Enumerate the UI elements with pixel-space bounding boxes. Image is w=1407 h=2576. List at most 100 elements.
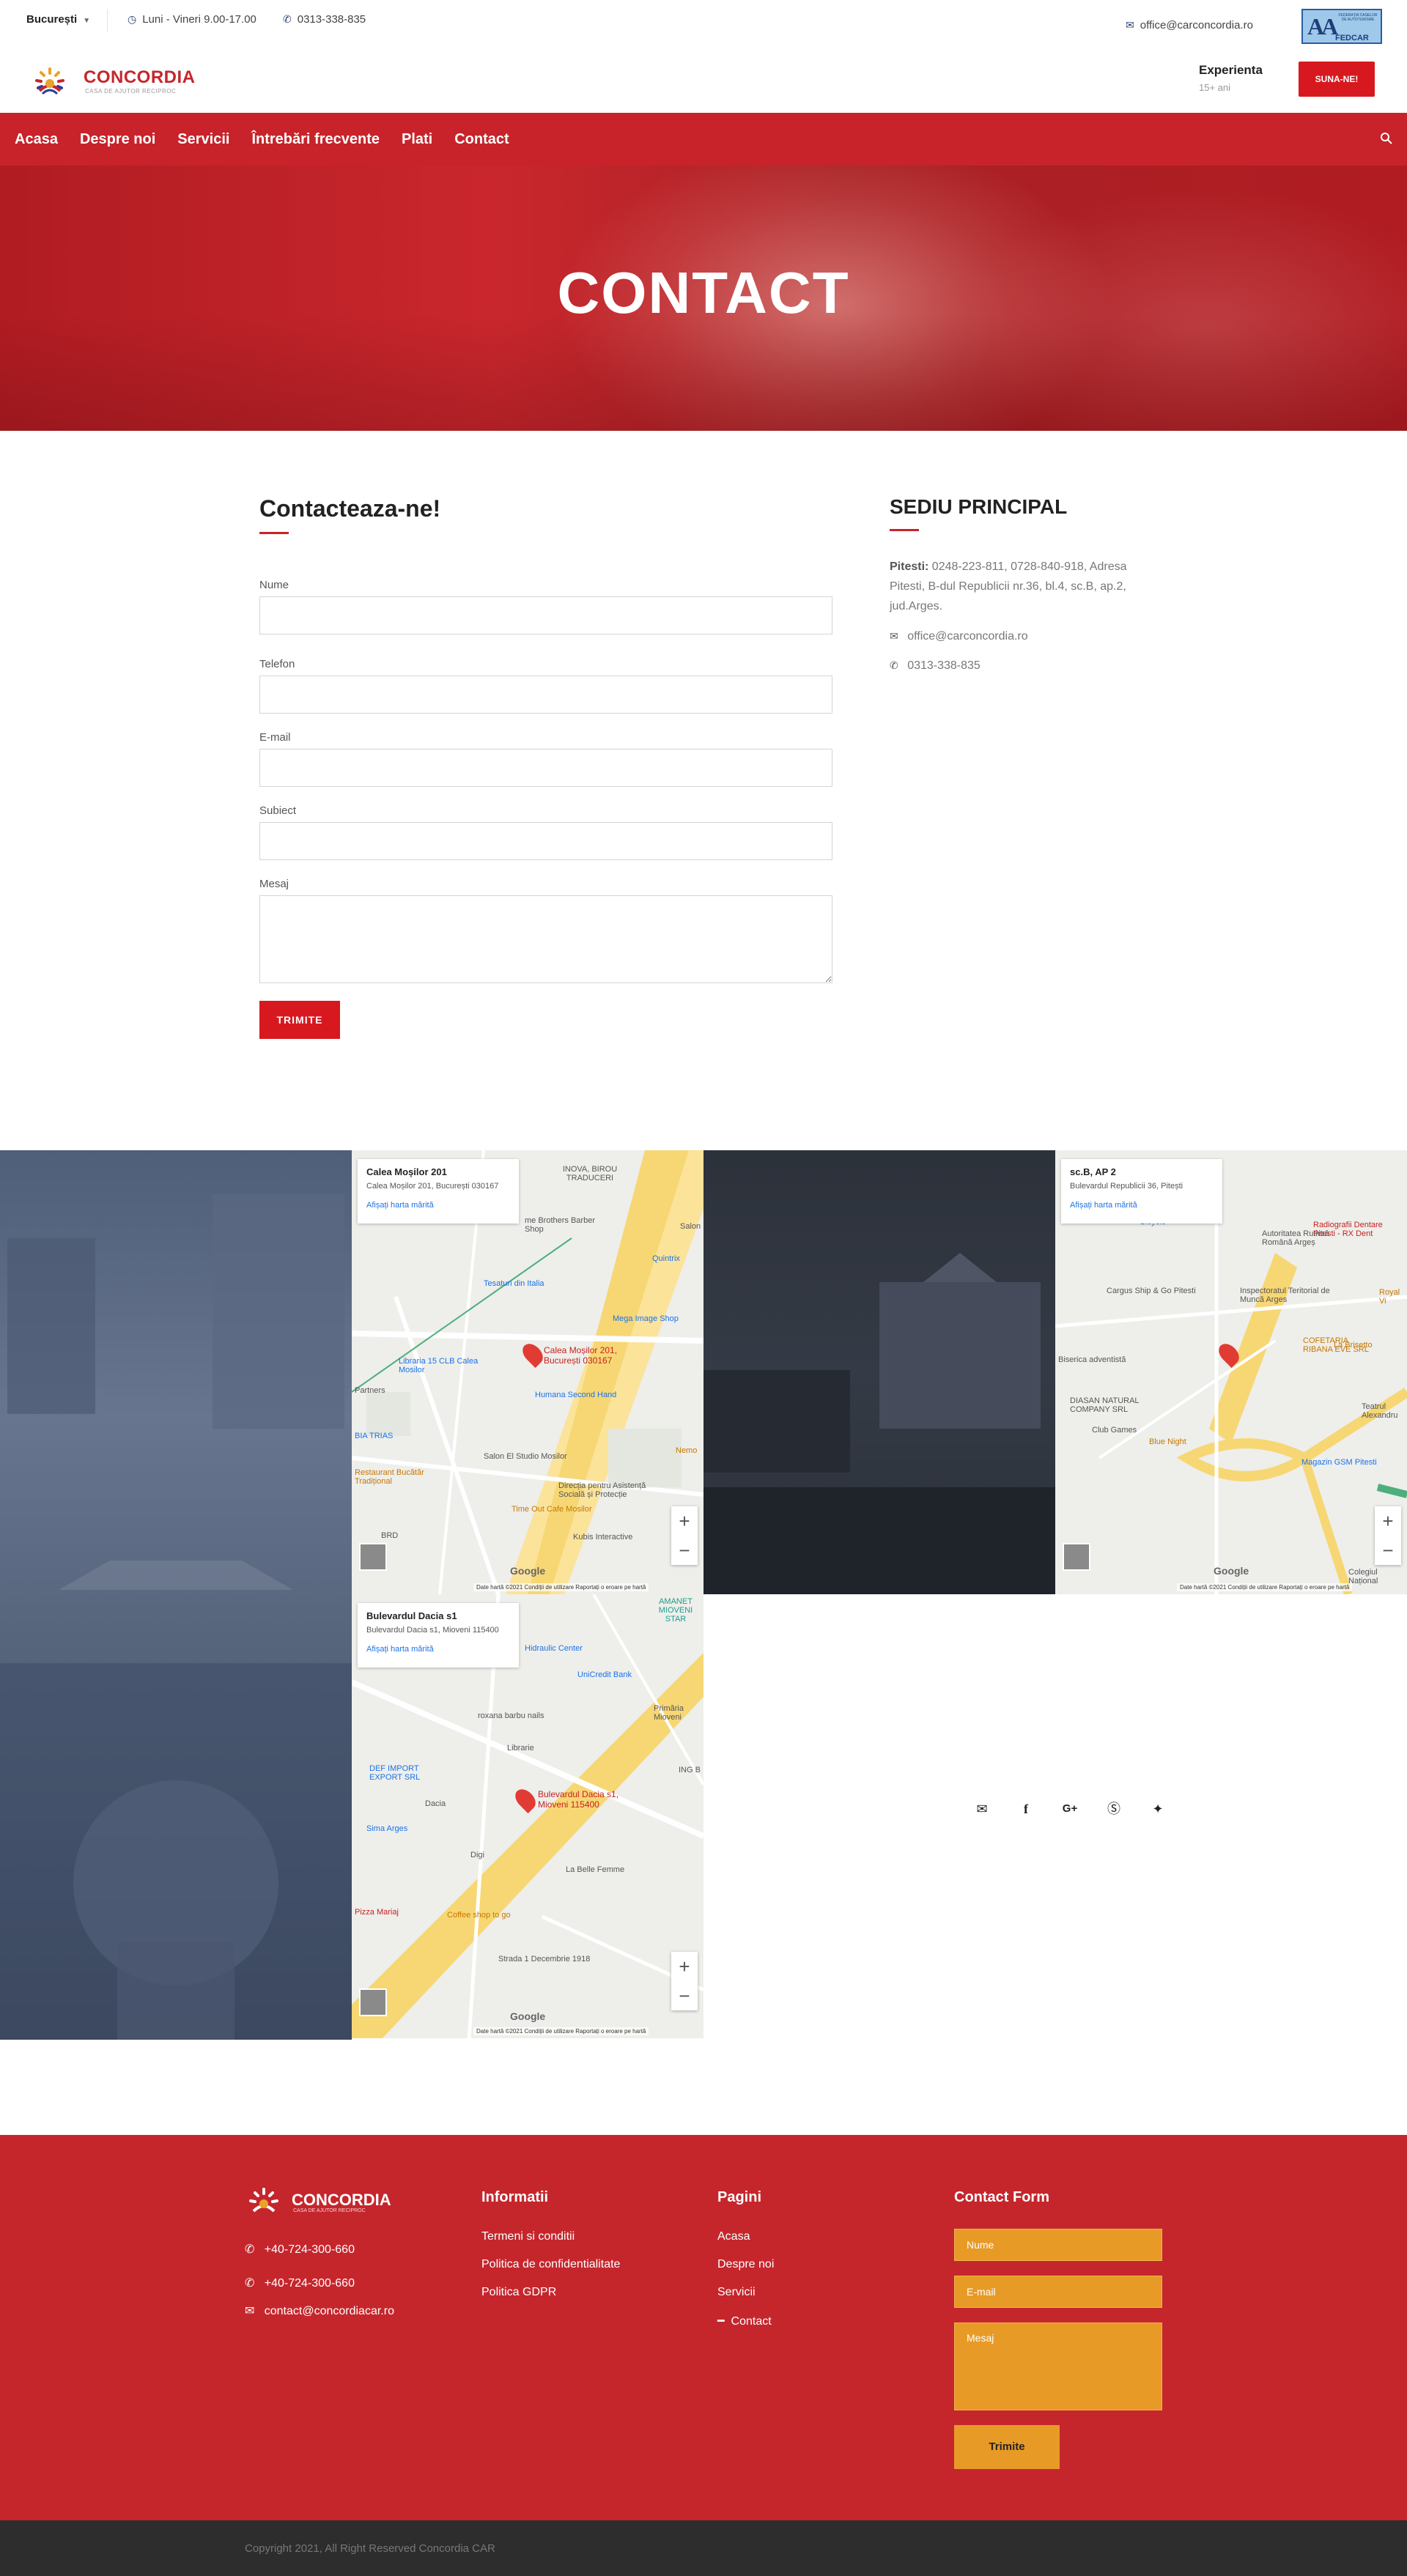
logo-sun-icon xyxy=(35,67,64,95)
map-place: Partners xyxy=(355,1386,385,1395)
map-place: Libraria 15 CLB Calea Mosilor xyxy=(399,1357,479,1374)
street-view-icon[interactable] xyxy=(1063,1543,1090,1571)
map-place: INOVA, BIROU TRADUCERI xyxy=(562,1165,618,1182)
map-mioveni[interactable]: Bulevardul Dacia s1, Mioveni 115400 AMAN… xyxy=(352,1594,704,2038)
zoom-in-button[interactable]: + xyxy=(671,1506,698,1536)
top-email[interactable]: ✉ office@carconcordia.ro xyxy=(1126,19,1253,32)
map-place: Club Games xyxy=(1092,1426,1137,1435)
map-place: La Brisetto xyxy=(1334,1341,1373,1350)
divider xyxy=(107,9,108,32)
submit-button[interactable]: TRIMITE xyxy=(259,1001,340,1039)
headquarters-address: Pitesti: 0248-223-811, 0728-840-918, Adr… xyxy=(890,560,1127,612)
subject-label: Subiect xyxy=(259,804,297,817)
gdpr-link[interactable]: Politica GDPR xyxy=(481,2286,556,2299)
social-links: ✉ f G+ Ⓢ ✦ xyxy=(960,1796,1180,1821)
footer-email-field[interactable]: E-mail xyxy=(954,2276,1162,2308)
email-label: E-mail xyxy=(259,731,291,744)
footer-link-home[interactable]: Acasa xyxy=(717,2230,750,2243)
footer-link-about[interactable]: Despre noi xyxy=(717,2258,774,2271)
headquarters-phone[interactable]: ✆ 0313-338-835 xyxy=(890,659,981,673)
google-logo: Google xyxy=(510,1565,546,1577)
bucharest-photo xyxy=(0,1150,352,2040)
zoom-in-button[interactable]: + xyxy=(671,1952,698,1981)
city-selector[interactable]: București ▼ xyxy=(26,13,90,26)
map-info-card: Bulevardul Dacia s1 Bulevardul Dacia s1,… xyxy=(358,1603,519,1668)
headquarters-title: SEDIU PRINCIPAL xyxy=(890,495,1068,518)
zoom-out-button[interactable]: − xyxy=(671,1536,698,1565)
map-place: UniCredit Bank xyxy=(577,1670,632,1679)
top-bar: București ▼ ◷ Luni - Vineri 9.00-17.00 ✆ 03… xyxy=(0,0,1407,47)
footer-message-field[interactable]: Mesaj xyxy=(954,2323,1162,2410)
phone-field[interactable] xyxy=(259,676,832,714)
google-logo: Google xyxy=(1214,1565,1249,1577)
fedcar-logo[interactable]: AA FEDERAȚIA CASELOR DE AUTOTURISME FEDC… xyxy=(1301,9,1382,44)
map-place: Restaurant Bucătăr Tradițional xyxy=(355,1468,424,1486)
street-view-icon[interactable] xyxy=(359,1988,387,2016)
map-bucharest[interactable]: Calea Moșilor 201, București 030167 INOV… xyxy=(352,1150,704,1594)
larger-map-link[interactable]: Afișați harta mărită xyxy=(366,1201,510,1210)
search-icon[interactable] xyxy=(1379,131,1394,146)
footer-email[interactable]: ✉ contact@concordiacar.ro xyxy=(245,2303,394,2318)
terms-link[interactable]: Termeni si conditii xyxy=(481,2230,575,2243)
map-place: Primăria Mioveni xyxy=(654,1704,684,1722)
map-place: ING B xyxy=(679,1766,701,1774)
map-place: Humana Second Hand xyxy=(535,1391,617,1399)
twitter-icon[interactable]: ✦ xyxy=(1136,1796,1180,1821)
top-phone[interactable]: ✆ 0313-338-835 xyxy=(283,13,366,26)
map-place: Cargus Ship & Go Pitesti xyxy=(1107,1287,1196,1295)
map-place: Strada 1 Decembrie 1918 xyxy=(498,1955,591,1964)
zoom-in-button[interactable]: + xyxy=(1375,1506,1401,1536)
map-place: Royal Vi xyxy=(1379,1288,1400,1306)
subject-field[interactable] xyxy=(259,822,832,860)
main-nav: Acasa Despre noi Servicii Întrebări frec… xyxy=(0,113,1407,166)
clock-icon: ◷ xyxy=(128,13,137,25)
headquarters-email[interactable]: ✉ office@carconcordia.ro xyxy=(890,630,1028,643)
skype-icon[interactable]: Ⓢ xyxy=(1092,1796,1136,1821)
site-logo[interactable]: CONCORDIA CASA DE AJUTOR RECIPROC xyxy=(32,63,201,100)
title-underline xyxy=(890,529,919,531)
footer-link-contact[interactable]: ━ Contact xyxy=(717,2314,772,2328)
footer-name-field[interactable]: Nume xyxy=(954,2229,1162,2261)
page-title: CONTACT xyxy=(557,260,850,325)
larger-map-link[interactable]: Afișați harta mărită xyxy=(1070,1201,1214,1210)
privacy-link[interactable]: Politica de confidentialitate xyxy=(481,2258,620,2271)
map-place: Blue Night xyxy=(1149,1437,1186,1446)
zoom-out-button[interactable]: − xyxy=(671,1981,698,2010)
map-place: roxana barbu nails xyxy=(478,1711,544,1720)
map-place: Nemo xyxy=(676,1446,698,1455)
larger-map-link[interactable]: Afișați harta mărită xyxy=(366,1645,510,1654)
message-field[interactable] xyxy=(259,895,832,983)
map-place: Time Out Cafe Mosilor xyxy=(512,1505,592,1514)
phone-icon: ✆ xyxy=(283,13,292,25)
nav-item-contact[interactable]: Contact xyxy=(454,113,509,166)
nav-item-about[interactable]: Despre noi xyxy=(80,113,155,166)
envelope-icon: ✉ xyxy=(245,2305,255,2317)
map-place: Digi xyxy=(470,1851,484,1859)
facebook-icon[interactable]: f xyxy=(1004,1796,1048,1821)
name-field[interactable] xyxy=(259,596,832,634)
footer-logo[interactable]: CONCORDIA CASA DE AJUTOR RECIPROC xyxy=(246,2185,407,2221)
footer-submit-button[interactable]: Trimite xyxy=(954,2425,1060,2469)
envelope-icon[interactable]: ✉ xyxy=(960,1796,1004,1821)
nav-item-faq[interactable]: Întrebări frecvente xyxy=(251,113,380,166)
map-pitesti[interactable]: Autoritatea Rutieră Română Argeș Bicycle… xyxy=(1055,1150,1407,1594)
header: CONCORDIA CASA DE AJUTOR RECIPROC Experi… xyxy=(0,47,1407,113)
pin-label: Bulevardul Dacia s1, Mioveni 115400 xyxy=(538,1789,619,1810)
dash-icon: ━ xyxy=(717,2315,725,2328)
nav-item-home[interactable]: Acasa xyxy=(15,113,58,166)
footer-phone-2[interactable]: ✆ +40-724-300-660 xyxy=(245,2276,355,2290)
google-plus-icon[interactable]: G+ xyxy=(1048,1796,1092,1821)
footer: CONCORDIA CASA DE AJUTOR RECIPROC ✆ +40-… xyxy=(0,2135,1407,2520)
zoom-out-button[interactable]: − xyxy=(1375,1536,1401,1565)
message-label: Mesaj xyxy=(259,878,289,890)
footer-link-services[interactable]: Servicii xyxy=(717,2286,756,2299)
map-attribution: Date hartă ©2021 Condiții de utilizare R… xyxy=(473,2027,649,2035)
footer-phone-1[interactable]: ✆ +40-724-300-660 xyxy=(245,2242,355,2257)
street-view-icon[interactable] xyxy=(359,1543,387,1571)
nav-item-payments[interactable]: Plati xyxy=(402,113,432,166)
map-place: Hidraulic Center xyxy=(525,1644,583,1653)
map-place: Salon xyxy=(680,1222,701,1231)
call-us-button[interactable]: SUNA-NE! xyxy=(1299,62,1375,97)
email-field[interactable] xyxy=(259,749,832,787)
nav-item-services[interactable]: Servicii xyxy=(177,113,229,166)
